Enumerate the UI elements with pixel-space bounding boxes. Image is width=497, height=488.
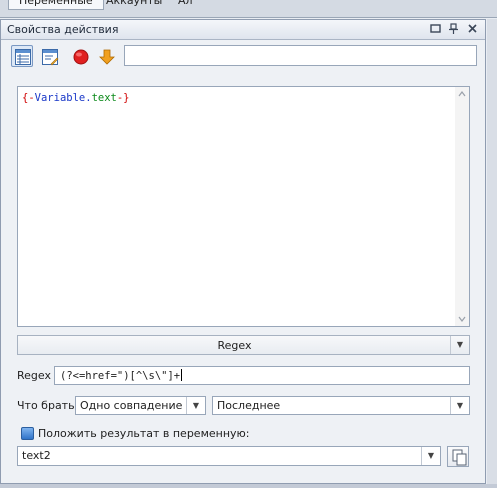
save-result-label: Положить результат в переменную: [38, 427, 250, 440]
chevron-down-icon[interactable]: ▼ [450, 397, 469, 414]
close-icon[interactable] [466, 23, 479, 36]
tab-variables[interactable]: Переменные [8, 0, 104, 10]
macro-open-brace: {- [22, 92, 35, 104]
chevron-down-icon[interactable]: ▼ [186, 397, 205, 414]
document-tab-strip: Переменные Аккаунты Ал [0, 0, 497, 18]
text-caret [181, 369, 183, 381]
record-button[interactable] [69, 45, 91, 67]
action-name-input[interactable] [124, 45, 477, 66]
text-editor[interactable]: {-Variable.text-} [17, 86, 470, 327]
editor-scrollbar[interactable] [455, 87, 469, 326]
paste-button[interactable] [447, 446, 469, 467]
save-result-checkbox[interactable] [21, 427, 34, 440]
processing-type-value: Regex [217, 339, 252, 352]
tab-third[interactable]: Ал [168, 0, 203, 9]
panel-title: Свойства действия [7, 23, 119, 36]
edit-view-button[interactable] [38, 45, 60, 67]
table-view-button[interactable] [11, 45, 33, 67]
match-index-value: Последнее [217, 399, 281, 412]
side-strip [487, 19, 497, 488]
pin-icon[interactable] [447, 23, 460, 36]
processing-type-combo[interactable]: Regex ▼ [17, 335, 470, 355]
paste-icon [452, 449, 467, 466]
variable-select[interactable]: text2 ▼ [17, 446, 441, 466]
record-icon [73, 49, 89, 65]
scroll-up-icon[interactable] [455, 87, 469, 101]
scroll-down-icon[interactable] [455, 312, 469, 326]
macro-object: Variable [34, 92, 86, 104]
tab-accounts[interactable]: Аккаунты [96, 0, 172, 9]
form-edit-icon [42, 49, 59, 66]
move-down-button[interactable] [95, 45, 117, 67]
bottom-strip [0, 484, 497, 488]
regex-input[interactable]: (?<=href=")[^\s\"]+ [54, 366, 470, 385]
regex-value: (?<=href=")[^\s\"]+ [60, 370, 181, 382]
window-position-icon[interactable] [429, 23, 442, 36]
what-to-take-label: Что брать [17, 399, 75, 412]
chevron-down-icon[interactable]: ▼ [421, 447, 440, 465]
table-view-icon [15, 49, 31, 65]
macro-property: text [91, 92, 117, 104]
macro-close-brace: -} [116, 92, 130, 104]
variable-value: text2 [22, 449, 51, 462]
panel-title-bar: Свойства действия [1, 20, 485, 40]
match-index-select[interactable]: Последнее ▼ [212, 396, 470, 415]
match-mode-value: Одно совпадение [80, 399, 183, 412]
chevron-down-icon[interactable]: ▼ [450, 336, 469, 354]
regex-label: Regex [17, 369, 51, 382]
action-properties-panel: Свойства действия {-Variable.text-} Rege… [0, 19, 486, 484]
editor-content: {-Variable.text-} [22, 92, 130, 104]
arrow-down-icon [99, 49, 115, 65]
match-mode-select[interactable]: Одно совпадение ▼ [75, 396, 206, 415]
